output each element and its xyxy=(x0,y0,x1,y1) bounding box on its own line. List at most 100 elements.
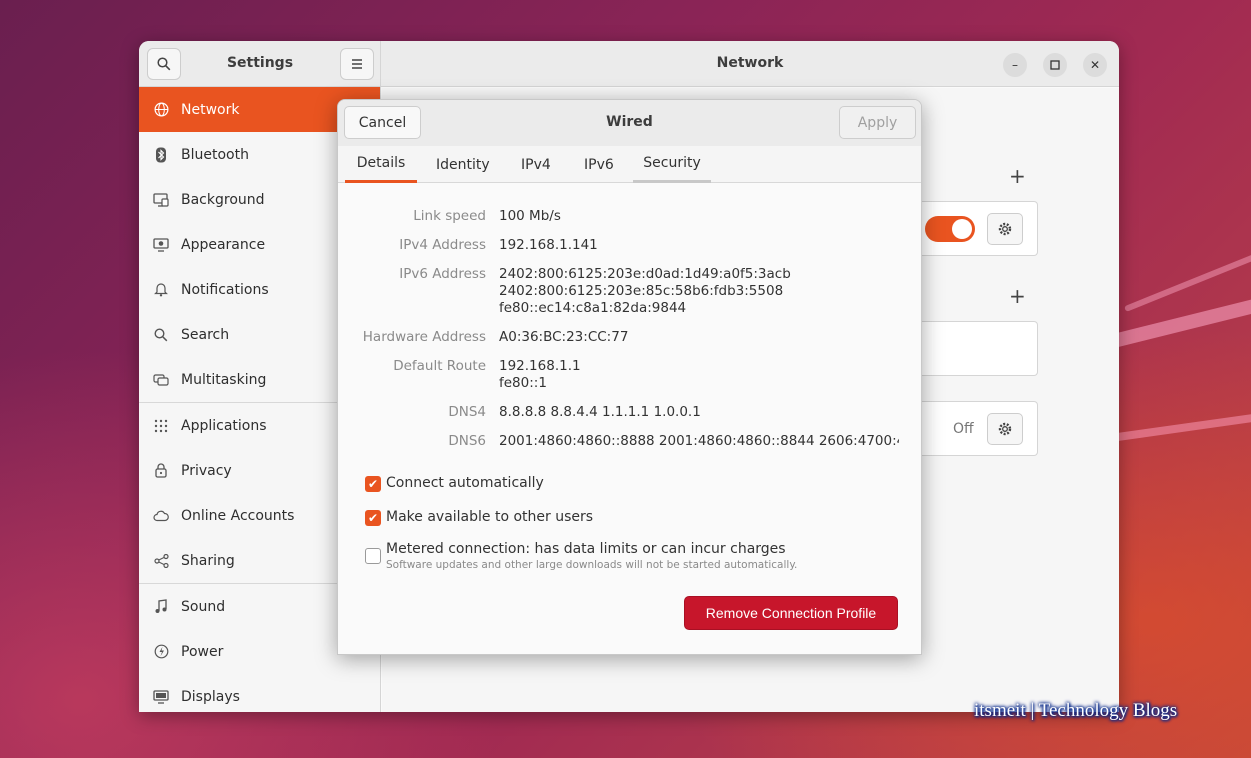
ipv6-address-value: fe80::ec14:c8a1:82da:9844 xyxy=(499,300,687,316)
multitasking-icon xyxy=(153,372,169,388)
detail-value: 192.168.1.1 fe80::1 xyxy=(499,358,581,392)
metered-connection-label[interactable]: Metered connection: has data limits or c… xyxy=(386,541,786,557)
connect-automatically-checkbox[interactable]: ✔ xyxy=(365,476,381,492)
dialog-header: Cancel Wired Apply xyxy=(338,100,921,146)
detail-label: DNS4 xyxy=(448,404,486,420)
main-header: Network – ✕ xyxy=(381,41,1119,87)
power-icon xyxy=(153,644,169,660)
add-connection-button[interactable]: + xyxy=(1009,164,1026,188)
add-vpn-button[interactable]: + xyxy=(1009,284,1026,308)
tab-identity[interactable]: Identity xyxy=(424,146,502,183)
apply-button[interactable]: Apply xyxy=(839,106,916,139)
sidebar-item-label: Search xyxy=(181,326,230,343)
minimize-icon: – xyxy=(1012,58,1018,72)
search-icon xyxy=(153,327,169,343)
dns4-value: 8.8.8.8 8.8.4.4 1.1.1.1 1.0.0.1 xyxy=(499,404,701,420)
wired-toggle[interactable] xyxy=(925,216,975,242)
maximize-icon xyxy=(1050,60,1060,70)
tab-ipv4[interactable]: IPv4 xyxy=(509,146,563,183)
apps-grid-icon xyxy=(153,418,169,434)
appearance-icon xyxy=(153,237,169,253)
sidebar-header: Settings xyxy=(139,41,381,87)
details-panel: Link speed 100 Mb/s IPv4 Address 192.168… xyxy=(338,184,921,654)
detail-value: 2402:800:6125:203e:d0ad:1d49:a0f5:3acb 2… xyxy=(499,266,791,317)
maximize-button[interactable] xyxy=(1043,53,1067,77)
menu-button[interactable] xyxy=(340,48,374,80)
close-icon: ✕ xyxy=(1089,58,1101,72)
globe-icon xyxy=(153,102,169,118)
wired-card xyxy=(902,201,1038,256)
toggle-knob xyxy=(952,219,972,239)
checkmark-icon: ✔ xyxy=(367,477,379,491)
gear-icon xyxy=(998,222,1012,236)
sidebar-item-label: Sharing xyxy=(181,552,235,569)
detail-value: 8.8.8.8 8.8.4.4 1.1.1.1 1.0.0.1 xyxy=(499,404,701,421)
watermark: itsmeit | Technology Blogs xyxy=(974,700,1178,721)
gear-icon xyxy=(998,422,1012,436)
sidebar-item-label: Privacy xyxy=(181,462,232,479)
detail-label: DNS6 xyxy=(448,433,486,449)
bell-icon xyxy=(153,282,169,298)
detail-label: Link speed xyxy=(413,208,486,224)
display-icon xyxy=(153,689,169,705)
ipv6-address-value: 2402:800:6125:203e:85c:58b6:fdb3:5508 xyxy=(499,283,784,299)
detail-value: 100 Mb/s xyxy=(499,208,561,225)
bluetooth-icon xyxy=(153,147,169,163)
ipv4-address-value: 192.168.1.141 xyxy=(499,237,598,253)
available-to-users-checkbox[interactable]: ✔ xyxy=(365,510,381,526)
sidebar-item-label: Appearance xyxy=(181,236,266,253)
plus-icon: + xyxy=(1009,164,1026,188)
detail-label: Hardware Address xyxy=(362,329,486,345)
sidebar-item-label: Applications xyxy=(181,417,267,434)
wallpaper-streak xyxy=(1110,406,1251,442)
detail-label: Default Route xyxy=(393,358,486,374)
default-route-value: fe80::1 xyxy=(499,375,547,391)
detail-label: IPv4 Address xyxy=(399,237,486,253)
sidebar-item-label: Online Accounts xyxy=(181,507,295,524)
dialog-tabs: Details Identity IPv4 IPv6 Security xyxy=(338,146,921,183)
music-note-icon xyxy=(153,599,169,615)
sidebar-item-displays[interactable]: Displays xyxy=(139,674,380,712)
sidebar-item-label: Displays xyxy=(181,688,240,705)
remove-connection-profile-button[interactable]: Remove Connection Profile xyxy=(684,596,898,630)
connect-automatically-label[interactable]: Connect automatically xyxy=(386,475,544,491)
dns6-value: 2001:4860:4860::8888 2001:4860:4860::884… xyxy=(499,433,899,449)
tab-details[interactable]: Details xyxy=(345,146,417,183)
detail-value: 192.168.1.141 xyxy=(499,237,598,254)
close-button[interactable]: ✕ xyxy=(1083,53,1107,77)
tab-ipv6[interactable]: IPv6 xyxy=(572,146,626,183)
metered-connection-checkbox[interactable] xyxy=(365,548,381,564)
sidebar-item-label: Power xyxy=(181,643,224,660)
tab-security[interactable]: Security xyxy=(633,146,711,183)
vpn-card xyxy=(902,321,1038,376)
link-speed-value: 100 Mb/s xyxy=(499,208,561,224)
cloud-icon xyxy=(153,508,169,524)
wired-settings-button[interactable] xyxy=(987,213,1023,245)
proxy-settings-button[interactable] xyxy=(987,413,1023,445)
proxy-status: Off xyxy=(953,421,974,437)
sidebar-item-label: Multitasking xyxy=(181,371,267,388)
sidebar-item-label: Bluetooth xyxy=(181,146,249,163)
metered-connection-sublabel: Software updates and other large downloa… xyxy=(386,559,798,571)
sidebar-item-label: Background xyxy=(181,191,265,208)
wired-dialog: Cancel Wired Apply Details Identity IPv4… xyxy=(337,99,922,655)
detail-value: 2001:4860:4860::8888 2001:4860:4860::884… xyxy=(499,433,899,450)
available-to-users-label[interactable]: Make available to other users xyxy=(386,509,593,525)
background-icon xyxy=(153,192,169,208)
default-route-value: 192.168.1.1 xyxy=(499,358,581,374)
share-icon xyxy=(153,553,169,569)
plus-icon: + xyxy=(1009,284,1026,308)
sidebar-item-label: Network xyxy=(181,101,240,118)
detail-value: A0:36:BC:23:CC:77 xyxy=(499,329,628,346)
checkmark-icon: ✔ xyxy=(367,511,379,525)
hamburger-menu-icon xyxy=(352,59,362,69)
ipv6-address-value: 2402:800:6125:203e:d0ad:1d49:a0f5:3acb xyxy=(499,266,791,282)
minimize-button[interactable]: – xyxy=(1003,53,1027,77)
detail-label: IPv6 Address xyxy=(399,266,486,282)
sidebar-item-label: Sound xyxy=(181,598,226,615)
proxy-card: Off xyxy=(902,401,1038,456)
lock-icon xyxy=(153,463,169,479)
sidebar-item-label: Notifications xyxy=(181,281,269,298)
hardware-address-value: A0:36:BC:23:CC:77 xyxy=(499,329,629,345)
dialog-title: Wired xyxy=(606,114,653,130)
